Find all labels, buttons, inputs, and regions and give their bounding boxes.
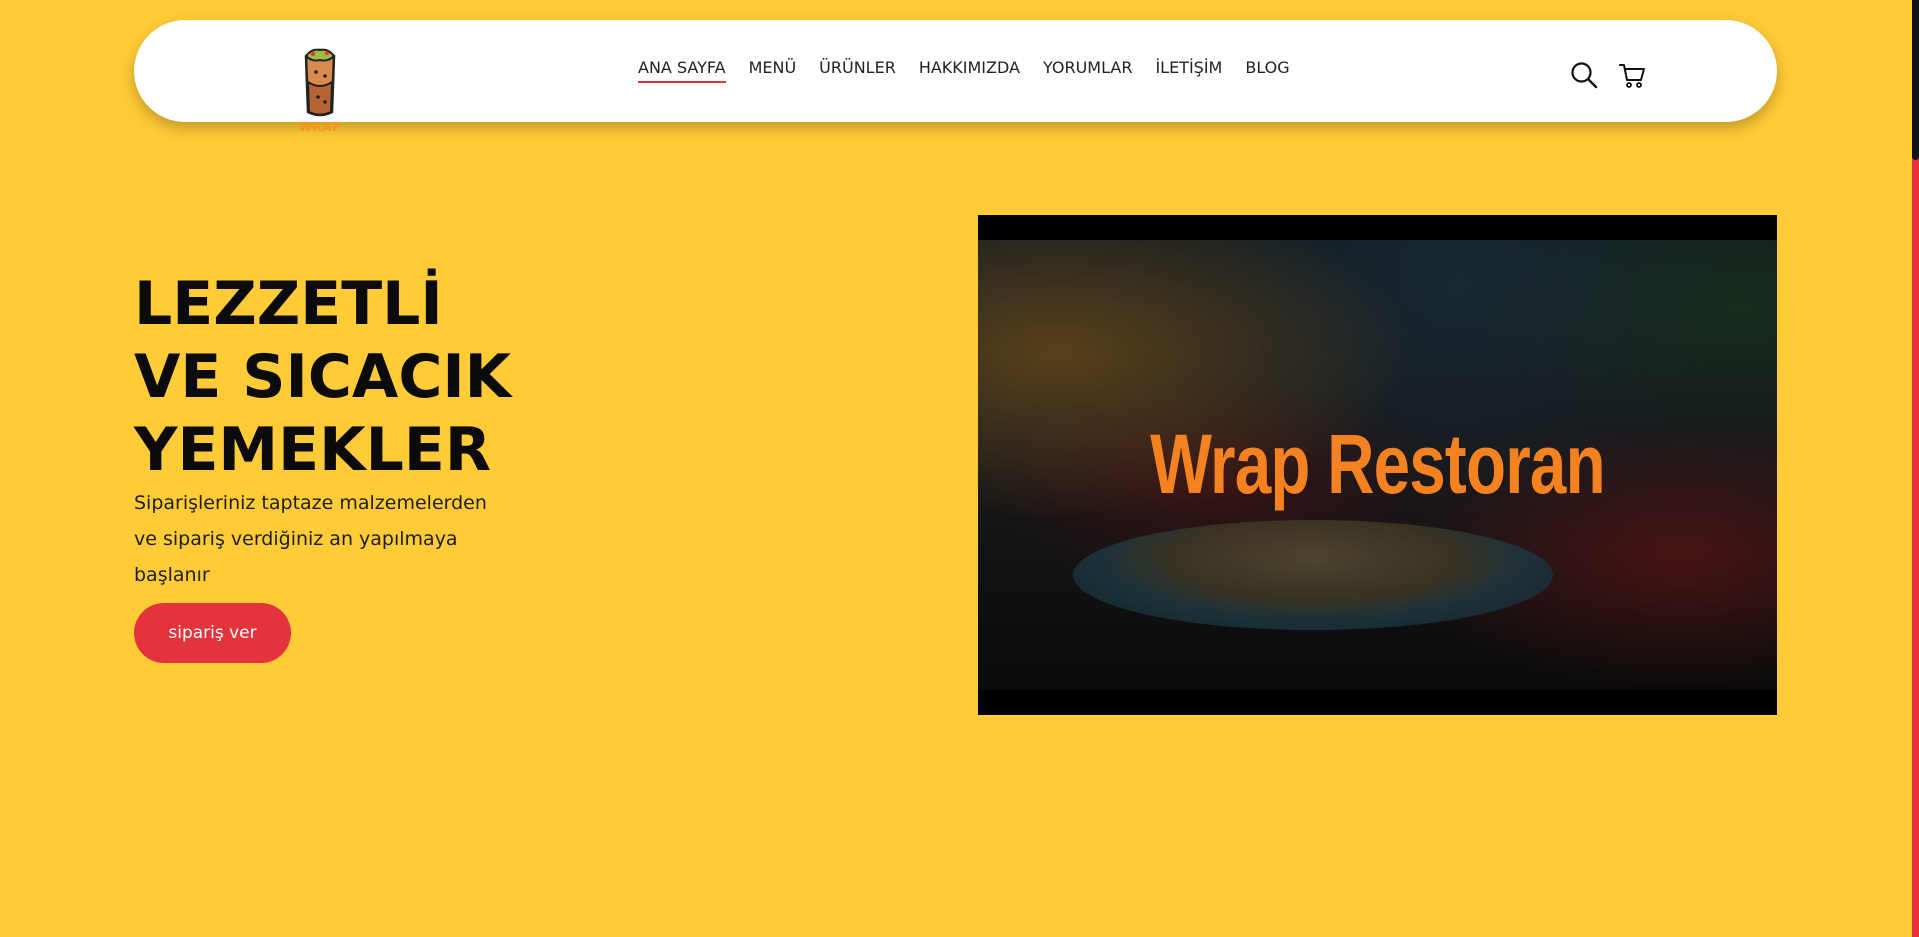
nav-item-blog[interactable]: BLOG [1245,58,1289,83]
logo-text: WRAP [298,120,342,134]
nav-item-yorumlar[interactable]: YORUMLAR [1043,58,1132,83]
brand-logo[interactable]: WRAP [298,42,342,134]
nav-item-hakkimizda[interactable]: HAKKIMIZDA [919,58,1020,83]
nav-item-menu[interactable]: MENÜ [749,58,797,83]
hero-title: LEZZETLİ VE SICACIK YEMEKLER [134,268,511,487]
hero-title-line: LEZZETLİ [134,269,443,339]
hero-subtitle: Siparişleriniz taptaze malzemelerden ve … [134,492,487,586]
scrollbar-thumb[interactable] [1912,0,1919,160]
nav-item-urunler[interactable]: ÜRÜNLER [819,58,896,83]
main-nav: ANA SAYFA MENÜ ÜRÜNLER HAKKIMIZDA YORUML… [638,58,1290,83]
cart-icon[interactable] [1618,61,1646,89]
nav-item-ana-sayfa[interactable]: ANA SAYFA [638,58,726,83]
page-scrollbar[interactable] [1912,0,1919,937]
hero-title-line: YEMEKLER [134,415,492,485]
nav-item-iletisim[interactable]: İLETİŞİM [1155,58,1222,83]
wrap-burrito-icon [304,48,336,117]
hero-video[interactable]: Wrap Restoran [978,215,1777,715]
order-button[interactable]: sipariş ver [134,603,291,663]
search-icon[interactable] [1570,61,1598,89]
site-header: WRAP ANA SAYFA MENÜ ÜRÜNLER HAKKIMIZDA Y… [134,20,1777,134]
video-overlay-title: Wrap Restoran [1150,417,1605,511]
video-frame: Wrap Restoran [978,240,1777,690]
hero-title-line: VE SICACIK [134,342,512,412]
